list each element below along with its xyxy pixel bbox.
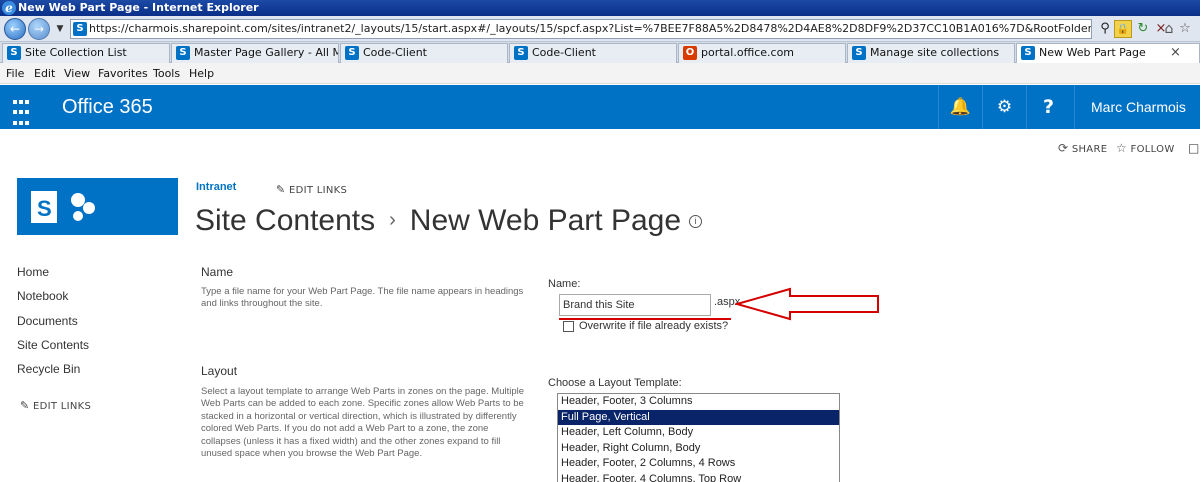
menu-edit[interactable]: Edit [34, 63, 55, 84]
site-logo[interactable]: S [17, 178, 178, 235]
focus-content-icon[interactable]: □ [1188, 141, 1200, 155]
tab-label: Code-Client [532, 46, 596, 59]
user-name: Marc Charmois [1091, 99, 1186, 115]
forward-button[interactable]: → [28, 18, 50, 40]
address-toolbar: ← → ▼ S https://charmois.sharepoint.com/… [0, 16, 1200, 42]
overwrite-checkbox[interactable] [563, 321, 574, 332]
tab-label: Manage site collections [870, 46, 1000, 59]
sharepoint-favicon-icon: S [176, 46, 190, 60]
tab-portal-office[interactable]: O portal.office.com [678, 43, 846, 63]
recent-pages-dropdown-icon[interactable]: ▼ [51, 20, 69, 38]
annotation-arrow [735, 287, 879, 321]
nav-recycle-bin[interactable]: Recycle Bin [17, 362, 80, 376]
search-icon[interactable]: ⚲ [1096, 20, 1114, 38]
layout-option[interactable]: Header, Footer, 2 Columns, 4 Rows [558, 456, 839, 472]
sharepoint-favicon-icon: S [7, 46, 21, 60]
office-favicon-icon: O [683, 46, 697, 60]
page-title-text: New Web Part Page [409, 204, 682, 237]
nav-documents[interactable]: Documents [17, 314, 78, 328]
layout-option[interactable]: Header, Footer, 4 Columns, Top Row [558, 472, 839, 482]
layout-option[interactable]: Header, Left Column, Body [558, 425, 839, 441]
tab-label: New Web Part Page [1039, 46, 1146, 59]
window-title: New Web Part Page - Internet Explorer [18, 1, 259, 14]
page-title: Site Contents › New Web Part Page i [195, 200, 703, 241]
name-section-heading: Name [201, 265, 234, 279]
sharepoint-favicon-icon: S [345, 46, 359, 60]
menu-favorites[interactable]: Favorites [98, 63, 148, 84]
pencil-icon: ✎ [20, 399, 30, 412]
share-action[interactable]: ⟳ SHARE [1058, 141, 1107, 155]
menu-help[interactable]: Help [189, 63, 214, 84]
window-titlebar: e New Web Part Page - Internet Explorer [0, 0, 1200, 16]
menu-bar: File Edit View Favorites Tools Help [0, 63, 1200, 84]
address-url: https://charmois.sharepoint.com/sites/in… [89, 22, 1092, 35]
breadcrumb-site-contents[interactable]: Site Contents [195, 204, 375, 237]
breadcrumb-separator-icon: › [389, 209, 396, 231]
overwrite-label: Overwrite if file already exists? [579, 320, 729, 332]
settings-gear-icon[interactable]: ⚙ [982, 85, 1026, 129]
name-field-label: Name: [548, 278, 581, 290]
user-menu[interactable]: Marc Charmois [1074, 85, 1200, 129]
menu-file[interactable]: File [6, 63, 24, 84]
layout-option-selected[interactable]: Full Page, Vertical [558, 409, 839, 425]
back-button[interactable]: ← [4, 18, 26, 40]
info-icon[interactable]: i [689, 215, 703, 228]
nav-home[interactable]: Home [17, 265, 49, 279]
tab-manage-site-collections[interactable]: S Manage site collections [847, 43, 1015, 63]
close-tab-icon[interactable]: × [1170, 45, 1181, 60]
share-label: SHARE [1071, 144, 1108, 155]
tab-strip: S Site Collection List S Master Page Gal… [0, 42, 1200, 63]
tab-label: portal.office.com [701, 46, 795, 59]
tab-label: Code-Client [363, 46, 427, 59]
layout-template-listbox[interactable]: Header, Footer, 3 Columns Full Page, Ver… [557, 393, 840, 482]
tab-label: Site Collection List [25, 46, 127, 59]
layout-section-heading: Layout [201, 364, 238, 378]
favorites-star-icon[interactable]: ☆ [1176, 20, 1194, 38]
tab-label: Master Page Gallery - All Mast... [194, 46, 338, 59]
breadcrumb-site-link[interactable]: Intranet [196, 181, 236, 193]
layout-field-label: Choose a Layout Template: [548, 377, 682, 389]
refresh-icon[interactable]: ↻ [1134, 20, 1152, 38]
lock-icon[interactable]: 🔒 [1114, 20, 1132, 38]
star-icon: ☆ [1116, 141, 1128, 155]
edit-links-label: EDIT LINKS [33, 401, 92, 412]
sharepoint-logo-icon: S [31, 191, 95, 223]
tab-code-client-1[interactable]: S Code-Client [340, 43, 508, 63]
nav-notebook[interactable]: Notebook [17, 289, 68, 303]
tab-site-collection-list[interactable]: S Site Collection List [2, 43, 170, 63]
layout-section-description: Select a layout template to arrange Web … [201, 386, 525, 460]
follow-action[interactable]: ☆ FOLLOW [1116, 141, 1175, 155]
sharepoint-favicon-icon: S [1021, 46, 1035, 60]
browser-window: e New Web Part Page - Internet Explorer … [0, 0, 1200, 482]
notifications-bell-icon[interactable]: 🔔 [938, 85, 982, 129]
suite-brand[interactable]: Office 365 [62, 85, 153, 129]
sharepoint-favicon-icon: S [73, 22, 87, 36]
layout-option[interactable]: Header, Footer, 3 Columns [558, 394, 839, 410]
menu-tools[interactable]: Tools [153, 63, 180, 84]
layout-option[interactable]: Header, Right Column, Body [558, 441, 839, 457]
sharepoint-favicon-icon: S [852, 46, 866, 60]
name-section-description: Type a file name for your Web Part Page.… [201, 286, 524, 310]
internet-explorer-icon: e [2, 1, 16, 15]
quicklaunch-edit-links[interactable]: ✎ EDIT LINKS [20, 399, 91, 412]
menu-view[interactable]: View [64, 63, 90, 84]
edit-links-label: EDIT LINKS [289, 185, 348, 196]
share-icon: ⟳ [1058, 141, 1069, 155]
sharepoint-favicon-icon: S [514, 46, 528, 60]
app-launcher-icon[interactable] [0, 85, 42, 129]
file-name-input[interactable] [559, 294, 711, 316]
svg-text:S: S [37, 196, 52, 221]
tab-master-page-gallery[interactable]: S Master Page Gallery - All Mast... [171, 43, 339, 63]
help-icon[interactable]: ? [1026, 85, 1070, 129]
tab-code-client-2[interactable]: S Code-Client [509, 43, 677, 63]
office-365-suite-bar: Office 365 🔔 ⚙ ? Marc Charmois [0, 85, 1200, 129]
nav-site-contents[interactable]: Site Contents [17, 338, 89, 352]
pencil-icon: ✎ [276, 183, 286, 196]
top-edit-links[interactable]: ✎ EDIT LINKS [276, 183, 347, 196]
address-bar[interactable]: S https://charmois.sharepoint.com/sites/… [70, 19, 1092, 39]
follow-label: FOLLOW [1130, 144, 1175, 155]
